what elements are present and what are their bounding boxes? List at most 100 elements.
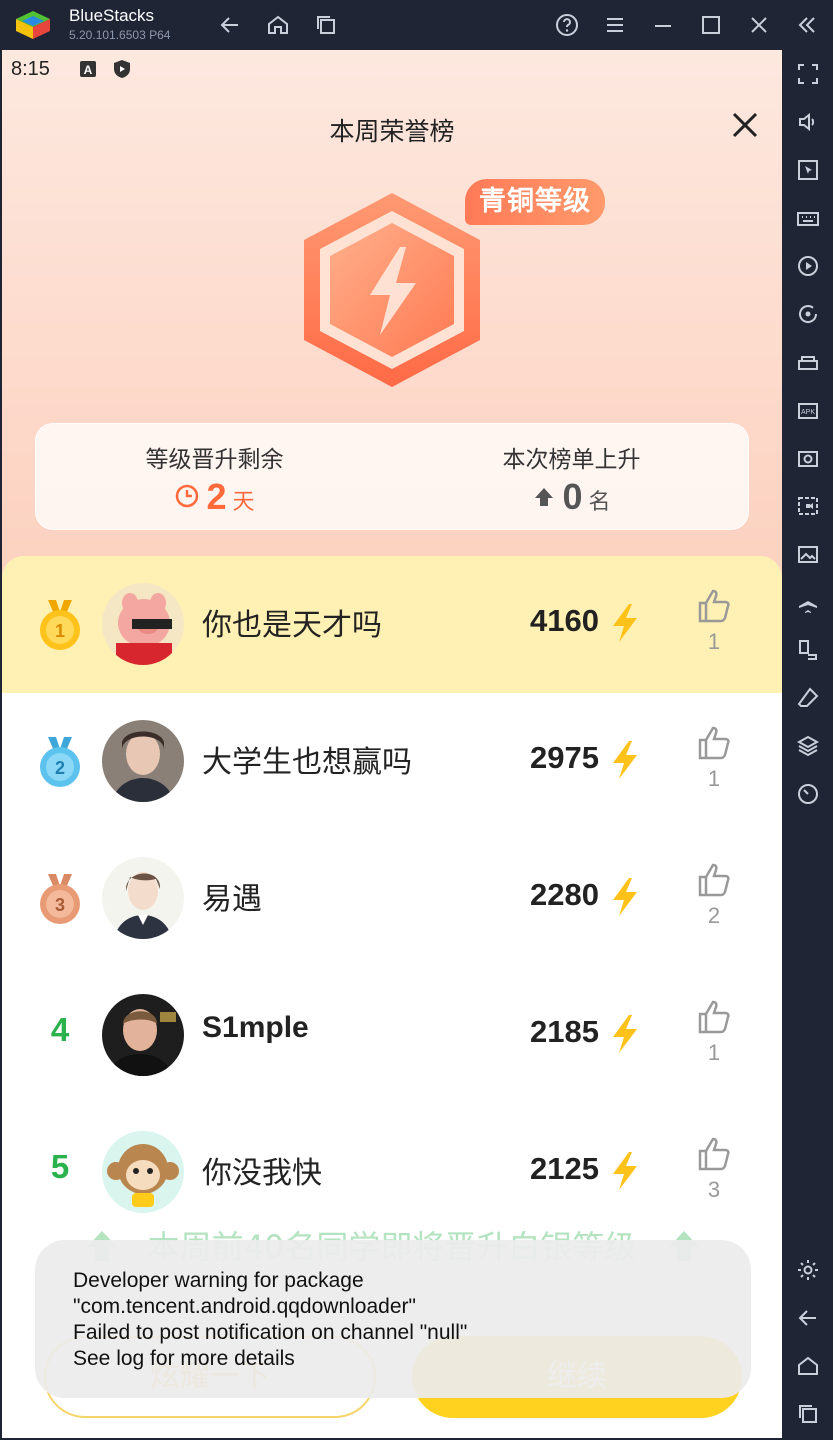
promotion-remaining-label: 等级晋升剩余: [145, 447, 284, 473]
page-title: 本周荣誉榜: [329, 117, 455, 146]
leaderboard-row[interactable]: 5 你没我快 2125 3: [2, 1104, 782, 1241]
rank-number: 5: [50, 1148, 70, 1185]
menu-icon[interactable]: [601, 11, 629, 39]
avatar[interactable]: [102, 857, 184, 939]
status-bar: 8:15 A: [2, 50, 782, 88]
user-name: S1mple: [202, 1011, 309, 1044]
fullscreen-icon[interactable]: [794, 60, 822, 88]
android-recents-icon[interactable]: [794, 1400, 822, 1428]
stats-card: 等级晋升剩余 2 天 本次榜单上升 0 名: [35, 423, 749, 530]
multi-instance-icon[interactable]: [794, 348, 822, 376]
layers-icon[interactable]: [794, 732, 822, 760]
app-name: BlueStacks: [69, 6, 155, 25]
minimize-icon[interactable]: [649, 11, 677, 39]
avatar[interactable]: [102, 994, 184, 1076]
avatar[interactable]: [102, 583, 184, 665]
recent-apps-icon[interactable]: [312, 11, 340, 39]
up-arrow-icon: [535, 488, 554, 506]
svg-text:APK: APK: [801, 409, 815, 416]
pointer-icon[interactable]: [794, 156, 822, 184]
eraser-icon[interactable]: [794, 684, 822, 712]
thumbs-up-icon[interactable]: [697, 725, 731, 761]
home-icon[interactable]: [264, 11, 292, 39]
like-count: 2: [707, 903, 721, 928]
settings-icon[interactable]: [794, 1256, 822, 1284]
android-screen: 8:15 A 本周荣誉榜 青铜等级 等级晋升剩余 2 天 本次榜单上升 0 名 …: [2, 50, 782, 1438]
rank-rise-unit: 名: [588, 490, 611, 515]
leaderboard-row[interactable]: 2 大学生也想赢吗 2975 1: [2, 693, 782, 830]
svg-text:1: 1: [55, 621, 65, 641]
like-count: 1: [707, 629, 721, 654]
promotion-remaining-value: 2: [206, 476, 227, 517]
record-icon[interactable]: [794, 492, 822, 520]
close-icon[interactable]: [728, 108, 762, 142]
bronze-level-badge-icon: [304, 193, 480, 387]
toast-line: Developer warning for package: [73, 1269, 364, 1292]
user-name: 你没我快: [202, 1156, 322, 1191]
keyboard-icon[interactable]: [794, 204, 822, 232]
silver-medal-icon: 2: [40, 737, 80, 787]
rank-rise-label: 本次榜单上升: [502, 447, 641, 473]
user-name: 易遇: [202, 882, 262, 917]
bluestacks-logo-icon: [16, 11, 50, 39]
svg-text:3: 3: [55, 895, 65, 915]
performance-icon[interactable]: [794, 780, 822, 808]
leaderboard-row[interactable]: 3 易遇 2280 2: [2, 830, 782, 967]
back-icon[interactable]: [216, 11, 244, 39]
user-score: 2280: [530, 877, 599, 912]
like-count: 1: [707, 766, 721, 791]
bluestacks-sidebar: APK: [783, 50, 833, 1440]
notification-a-icon: A: [80, 61, 96, 77]
rotate-icon[interactable]: [794, 300, 822, 328]
android-home-icon[interactable]: [794, 1352, 822, 1380]
rank-rise-stat: 本次榜单上升 0 名: [393, 424, 750, 531]
thumbs-up-icon[interactable]: [697, 588, 731, 624]
thumbs-up-icon[interactable]: [697, 999, 731, 1035]
user-name: 你也是天才吗: [202, 608, 382, 643]
user-score: 2975: [530, 740, 599, 775]
promotion-remaining-unit: 天: [232, 490, 255, 515]
help-icon[interactable]: [553, 11, 581, 39]
user-score: 2125: [530, 1151, 599, 1186]
like-count: 3: [707, 1177, 721, 1202]
developer-warning-toast: Developer warning for package "com.tence…: [35, 1240, 751, 1398]
lightning-icon: [613, 604, 637, 642]
gold-medal-icon: 1: [40, 600, 80, 650]
thumbs-up-icon[interactable]: [697, 862, 731, 898]
bronze-medal-icon: 3: [40, 874, 80, 924]
leaderboard-row[interactable]: 4 S1mple 2185 1: [2, 967, 782, 1104]
android-back-icon[interactable]: [794, 1304, 822, 1332]
rank-number: 4: [50, 1011, 70, 1048]
avatar[interactable]: [102, 1131, 184, 1213]
avatar[interactable]: [102, 720, 184, 802]
app-version: 5.20.101.6503 P64: [69, 28, 171, 42]
svg-text:2: 2: [55, 758, 65, 778]
volume-icon[interactable]: [794, 108, 822, 136]
lightning-icon: [613, 741, 637, 779]
toast-line: "com.tencent.android.qqdownloader": [73, 1295, 416, 1318]
svg-text:A: A: [84, 63, 93, 77]
user-score: 4160: [530, 603, 599, 638]
lightning-icon: [613, 878, 637, 916]
macro-icon[interactable]: [794, 252, 822, 280]
close-window-icon[interactable]: [745, 11, 773, 39]
apk-install-icon[interactable]: APK: [794, 396, 822, 424]
toast-line: Failed to post notification on channel "…: [73, 1321, 468, 1344]
lightning-icon: [613, 1152, 637, 1190]
screenshot-icon[interactable]: [794, 444, 822, 472]
leaderboard-row[interactable]: 1 你也是天才吗 4160 1: [2, 556, 782, 693]
resize-icon[interactable]: [794, 636, 822, 664]
lightning-icon: [613, 1015, 637, 1053]
promotion-remaining-stat: 等级晋升剩余 2 天: [36, 424, 393, 531]
clock-icon: [176, 484, 199, 508]
collapse-sidebar-icon[interactable]: [793, 11, 821, 39]
level-badge-label: 青铜等级: [465, 179, 605, 225]
shield-icon: [114, 60, 130, 78]
airplane-mode-icon[interactable]: [794, 588, 822, 616]
status-time: 8:15: [11, 58, 50, 80]
toast-line: See log for more details: [73, 1347, 295, 1370]
maximize-icon[interactable]: [697, 11, 725, 39]
user-name: 大学生也想赢吗: [202, 745, 412, 780]
media-folder-icon[interactable]: [794, 540, 822, 568]
thumbs-up-icon[interactable]: [697, 1136, 731, 1172]
